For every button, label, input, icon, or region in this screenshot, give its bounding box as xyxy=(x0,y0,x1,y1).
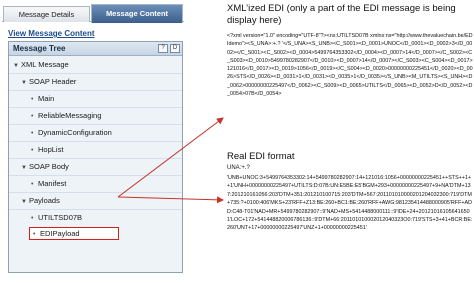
divider xyxy=(9,107,182,108)
help-icon[interactable]: ? xyxy=(158,44,168,53)
bullet-icon: • xyxy=(31,130,34,137)
divider xyxy=(9,175,182,176)
divider xyxy=(9,90,182,91)
bullet-icon: • xyxy=(31,113,34,120)
tree-node-dynamic-configuration[interactable]: • DynamicConfiguration xyxy=(31,127,112,139)
tree-node-manifest[interactable]: • Manifest xyxy=(31,178,66,190)
tree-node-soap-body[interactable]: ▼ SOAP Body xyxy=(21,161,69,173)
tree-node-label: UTILTSD07B xyxy=(38,213,83,222)
message-tree-title: Message Tree xyxy=(13,44,66,53)
tree-node-label: Main xyxy=(38,94,55,103)
tree-node-label: XML Message xyxy=(21,60,69,69)
tree-node-soap-header[interactable]: ▼ SOAP Header xyxy=(21,76,76,88)
message-panel: Message Details Message Content View Mes… xyxy=(2,4,184,280)
tree-node-hoplist[interactable]: • HopList xyxy=(31,144,63,156)
message-tree-header: Message Tree ? D xyxy=(9,42,182,56)
bullet-icon: • xyxy=(31,215,34,222)
edi-una-line: UNA:+.? xyxy=(227,165,250,171)
edi-section-title: Real EDI format xyxy=(227,151,295,162)
divider xyxy=(9,73,182,74)
tab-message-content[interactable]: Message Content xyxy=(91,4,183,23)
tree-node-main[interactable]: • Main xyxy=(31,93,54,105)
tree-node-edipayload[interactable]: • EDIPayload xyxy=(33,228,80,240)
collapse-triangle-icon[interactable]: ▼ xyxy=(21,77,29,89)
tree-node-payloads[interactable]: ▼ Payloads xyxy=(21,195,60,207)
collapse-triangle-icon[interactable]: ▼ xyxy=(13,60,21,72)
tree-node-xml-message[interactable]: ▼ XML Message xyxy=(13,59,69,71)
edi-section-content: 'UNB+UNOC:3+5499764353302:14+54997802829… xyxy=(227,175,473,232)
divider xyxy=(9,141,182,142)
tree-node-reliable-messaging[interactable]: • ReliableMessaging xyxy=(31,110,101,122)
divider xyxy=(9,158,182,159)
tab-bar: Message Details Message Content xyxy=(2,4,184,23)
xml-section-title: XML’ized EDI (only a part of the EDI mes… xyxy=(227,3,456,26)
collapse-triangle-icon[interactable]: ▼ xyxy=(21,196,29,208)
divider xyxy=(9,192,182,193)
tree-node-utiltsd07b[interactable]: • UTILTSD07B xyxy=(31,212,82,224)
message-tree: Message Tree ? D ▼ XML Message ▼ SOAP Head… xyxy=(8,41,183,273)
tree-node-label: EDIPayload xyxy=(40,229,80,238)
tree-node-label: ReliableMessaging xyxy=(38,111,102,120)
xml-section-content: <?xml version="1.0" encoding="UTF-8"?><n… xyxy=(227,33,473,98)
divider xyxy=(9,124,182,125)
tree-node-label: SOAP Header xyxy=(29,77,77,86)
bullet-icon: • xyxy=(31,147,34,154)
tree-node-label: Payloads xyxy=(29,196,60,205)
view-message-content-link[interactable]: View Message Content xyxy=(8,29,95,38)
collapse-triangle-icon[interactable]: ▼ xyxy=(21,162,29,174)
bullet-icon: • xyxy=(33,231,36,238)
tab-message-details[interactable]: Message Details xyxy=(3,6,90,22)
bullet-icon: • xyxy=(31,96,34,103)
tree-node-label: SOAP Body xyxy=(29,162,69,171)
divider xyxy=(9,209,182,210)
tree-node-label: HopList xyxy=(38,145,64,154)
detach-icon[interactable]: D xyxy=(170,44,180,53)
tree-node-label: DynamicConfiguration xyxy=(38,128,112,137)
tree-node-label: Manifest xyxy=(38,179,67,188)
bullet-icon: • xyxy=(31,181,34,188)
